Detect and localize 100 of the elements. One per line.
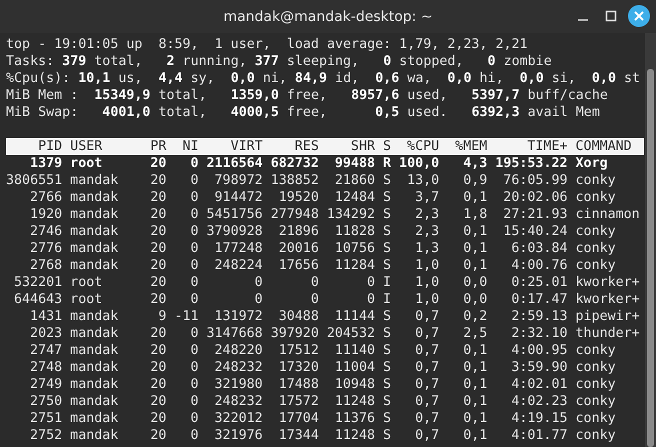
table-cell-text: 914472: [214, 189, 263, 206]
close-button[interactable]: [628, 5, 650, 27]
table-cell-text: root: [70, 155, 104, 172]
table-cell-text: 20: [149, 342, 166, 359]
table-cell-text: 20: [149, 410, 166, 427]
table-cell-text: 0,1: [462, 189, 488, 206]
table-cell-text: mandak: [70, 308, 120, 325]
table-cell: conky: [576, 376, 616, 393]
table-cell: kworker+: [576, 291, 640, 308]
table-cell-text: mandak: [70, 257, 120, 274]
table-cell: conky: [576, 172, 616, 189]
table-cell-text: 20016: [278, 240, 319, 257]
close-icon: [633, 10, 645, 22]
table-cell-text: 20: [149, 223, 166, 240]
table-cell: S: [383, 325, 392, 342]
table-cell: 3147668: [206, 325, 263, 342]
table-cell: 204532: [326, 325, 375, 342]
table-cell-text: 1,8: [462, 206, 488, 223]
table-cell-text: 17656: [278, 257, 319, 274]
summary-line: %Cpu(s): 10,1 us, 4,4 sy, 0,0 ni, 84,9 id, 0,6 wa, 0,0 hi, 0,0 si, 0,0 st: [6, 70, 642, 87]
table-cell-text: 12484: [334, 189, 375, 206]
table-cell: 3806551: [6, 172, 62, 189]
table-cell-text: 0: [189, 257, 199, 274]
table-cell: 5451756: [206, 206, 263, 223]
table-cell-text: 11004: [334, 359, 375, 376]
table-cell-text: 20: [149, 376, 166, 393]
column-header: PID: [37, 138, 62, 155]
table-cell: 134292: [326, 206, 375, 223]
table-cell-text: 11140: [334, 342, 375, 359]
table-cell: thunder+: [576, 325, 640, 342]
table-cell-text: 248232: [214, 359, 263, 376]
table-cell-text: 0: [189, 393, 199, 410]
table-cell: 195:53.22: [495, 155, 568, 172]
summary-line: top - 19:01:05 up 8:59, 1 user, load average: 1,79, 2,23, 2,21: [6, 36, 529, 53]
table-cell-text: 131972: [214, 308, 263, 325]
table-cell-text: 17488: [278, 376, 319, 393]
table-cell-text: 0,7: [414, 393, 440, 410]
column-header: USER: [70, 138, 104, 155]
table-cell-text: 27:21.93: [502, 206, 568, 223]
table-cell-text: mandak: [70, 376, 120, 393]
table-cell-text: 0,2: [462, 308, 488, 325]
table-cell-text: 11144: [334, 308, 375, 325]
table-cell-text: 0: [189, 359, 199, 376]
table-cell-text: 17344: [278, 427, 319, 444]
table-cell-text: mandak: [70, 172, 120, 189]
table-cell-text: 2746: [29, 223, 62, 240]
table-cell-text: 532201: [13, 274, 62, 291]
table-cell: S: [383, 410, 392, 427]
table-cell-text: 11828: [334, 223, 375, 240]
table-cell-text: 0,7: [414, 325, 440, 342]
table-cell-text: 0: [189, 427, 199, 444]
table-cell: S: [383, 172, 392, 189]
table-cell: -11: [174, 308, 199, 325]
table-cell-text: root: [70, 291, 104, 308]
table-cell-text: 20:02.06: [502, 189, 568, 206]
table-cell-text: 4:02.01: [510, 376, 568, 393]
table-cell: S: [383, 223, 392, 240]
table-cell: S: [383, 308, 392, 325]
table-cell-text: 19520: [278, 189, 319, 206]
scrollbar[interactable]: [645, 33, 656, 447]
table-cell: R: [383, 155, 392, 172]
table-cell-text: 2766: [29, 189, 62, 206]
table-cell-text: 4:19.15: [510, 410, 568, 427]
table-cell-text: 20: [149, 291, 166, 308]
column-header: %MEM: [454, 138, 488, 155]
table-cell: pipewir+: [576, 308, 640, 325]
table-cell-text: mandak: [70, 427, 120, 444]
table-cell: S: [383, 359, 392, 376]
table-cell-text: 1,0: [414, 274, 440, 291]
table-cell-text: 0,0: [462, 291, 488, 308]
table-cell-text: 3,7: [414, 189, 440, 206]
table-cell-text: 76:05.99: [502, 172, 568, 189]
table-cell-text: 1431: [29, 308, 62, 325]
table-cell-text: 4:01.77: [510, 427, 568, 444]
table-cell-text: 0: [366, 274, 375, 291]
table-cell-text: 0,7: [414, 359, 440, 376]
table-cell-text: 2776: [29, 240, 62, 257]
table-cell: 2116564: [206, 155, 263, 172]
table-cell: S: [383, 393, 392, 410]
column-header: TIME+: [526, 138, 568, 155]
column-header: NI: [181, 138, 199, 155]
table-cell: S: [383, 189, 392, 206]
table-cell-text: 1,0: [414, 291, 440, 308]
table-cell-text: 4,3: [462, 155, 488, 172]
table-cell: conky: [576, 342, 616, 359]
table-cell-text: 0,1: [462, 410, 488, 427]
table-cell-text: mandak: [70, 342, 120, 359]
table-cell-text: root: [70, 274, 104, 291]
table-cell-text: 321976: [214, 427, 263, 444]
table-cell-text: 0,1: [462, 257, 488, 274]
table-cell: I: [383, 274, 392, 291]
table-cell-text: 0: [189, 206, 199, 223]
table-cell-text: 0,9: [462, 172, 488, 189]
table-cell-text: 0,7: [414, 410, 440, 427]
table-cell-text: 0: [366, 291, 375, 308]
table-cell-text: 0,1: [462, 240, 488, 257]
table-cell: conky: [576, 359, 616, 376]
table-cell-text: 20: [149, 206, 166, 223]
table-cell: conky: [576, 189, 616, 206]
table-cell-text: 0: [189, 291, 199, 308]
